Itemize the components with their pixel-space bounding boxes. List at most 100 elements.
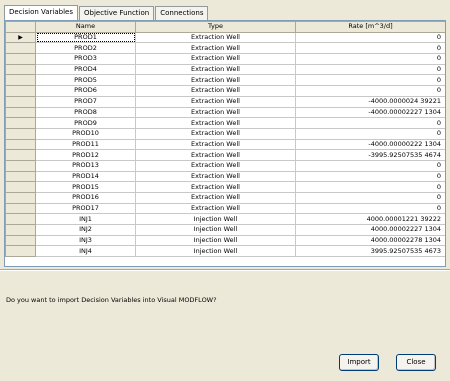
column-header-rate[interactable]: Rate [m^3/d]: [295, 21, 445, 33]
rate-cell[interactable]: 0: [295, 42, 445, 55]
name-cell[interactable]: INJ3: [35, 234, 136, 247]
tab-objective-function[interactable]: Objective Function: [79, 6, 155, 20]
rate-cell[interactable]: 4000.00002227 1304: [295, 224, 445, 236]
row-selector[interactable]: [5, 85, 36, 97]
name-cell[interactable]: PROD11: [35, 138, 136, 151]
rate-cell[interactable]: 0: [295, 202, 445, 215]
rate-cell[interactable]: 0: [295, 192, 445, 204]
type-cell[interactable]: Extraction Well: [135, 74, 296, 87]
type-cell[interactable]: Extraction Well: [135, 31, 296, 44]
type-cell[interactable]: Extraction Well: [135, 181, 296, 193]
name-cell[interactable]: PROD13: [35, 159, 136, 172]
import-button[interactable]: Import: [339, 354, 379, 371]
name-cell[interactable]: PROD8: [35, 106, 136, 119]
table-row[interactable]: PROD6 Extraction Well 0: [5, 85, 445, 97]
row-selector[interactable]: ▶: [5, 31, 36, 44]
row-selector[interactable]: [5, 245, 36, 258]
type-cell[interactable]: Injection Well: [135, 213, 296, 226]
table-row[interactable]: INJ1 Injection Well 4000.00001221 39222: [5, 213, 445, 226]
row-selector[interactable]: [5, 192, 36, 204]
rate-cell[interactable]: 0: [295, 63, 445, 76]
rate-cell[interactable]: 0: [295, 127, 445, 140]
type-cell[interactable]: Extraction Well: [135, 192, 296, 204]
table-row[interactable]: PROD4 Extraction Well 0: [5, 63, 445, 76]
row-selector[interactable]: [5, 106, 36, 119]
row-selector[interactable]: [5, 117, 36, 129]
table-row[interactable]: PROD9 Extraction Well 0: [5, 117, 445, 129]
tab-decision-variables[interactable]: Decision Variables: [4, 5, 79, 21]
rate-cell[interactable]: 0: [295, 181, 445, 193]
type-cell[interactable]: Injection Well: [135, 234, 296, 247]
table-row[interactable]: PROD10 Extraction Well 0: [5, 127, 445, 140]
type-cell[interactable]: Injection Well: [135, 245, 296, 258]
rate-cell[interactable]: 0: [295, 85, 445, 97]
rate-cell[interactable]: 0: [295, 53, 445, 65]
name-cell[interactable]: PROD6: [35, 85, 136, 97]
row-selector[interactable]: [5, 53, 36, 65]
name-cell[interactable]: INJ1: [35, 213, 136, 226]
name-cell[interactable]: PROD10: [35, 127, 136, 140]
rate-cell[interactable]: 0: [295, 170, 445, 183]
column-header-name[interactable]: Name: [35, 21, 136, 33]
type-cell[interactable]: Injection Well: [135, 224, 296, 236]
table-row[interactable]: PROD2 Extraction Well 0: [5, 42, 445, 55]
row-selector[interactable]: [5, 234, 36, 247]
name-cell[interactable]: PROD17: [35, 202, 136, 215]
tab-connections[interactable]: Connections: [155, 6, 209, 20]
name-cell[interactable]: PROD5: [35, 74, 136, 87]
type-cell[interactable]: Extraction Well: [135, 85, 296, 97]
name-cell[interactable]: PROD4: [35, 63, 136, 76]
type-cell[interactable]: Extraction Well: [135, 117, 296, 129]
table-row[interactable]: INJ2 Injection Well 4000.00002227 1304: [5, 224, 445, 236]
type-cell[interactable]: Extraction Well: [135, 53, 296, 65]
close-button[interactable]: Close: [396, 354, 436, 371]
type-cell[interactable]: Extraction Well: [135, 159, 296, 172]
rate-cell[interactable]: -3995.92507535 4674: [295, 149, 445, 161]
row-selector[interactable]: [5, 74, 36, 87]
row-selector[interactable]: [5, 63, 36, 76]
type-cell[interactable]: Extraction Well: [135, 202, 296, 215]
type-cell[interactable]: Extraction Well: [135, 106, 296, 119]
name-cell[interactable]: PROD3: [35, 53, 136, 65]
rate-cell[interactable]: -4000.0000024 39221: [295, 95, 445, 108]
rate-cell[interactable]: 4000.00001221 39222: [295, 213, 445, 226]
table-row[interactable]: INJ3 Injection Well 4000.00002278 1304: [5, 234, 445, 247]
row-selector[interactable]: [5, 42, 36, 55]
table-row[interactable]: ▶ PROD1 Extraction Well 0: [5, 31, 445, 44]
name-cell[interactable]: PROD15: [35, 181, 136, 193]
rate-cell[interactable]: 0: [295, 159, 445, 172]
column-header-type[interactable]: Type: [135, 21, 296, 33]
rate-cell[interactable]: 3995.92507535 4673: [295, 245, 445, 258]
row-selector[interactable]: [5, 224, 36, 236]
rate-cell[interactable]: -4000.00002227 1304: [295, 106, 445, 119]
table-row[interactable]: INJ4 Injection Well 3995.92507535 4673: [5, 245, 445, 258]
row-selector[interactable]: [5, 202, 36, 215]
name-cell[interactable]: PROD7: [35, 95, 136, 108]
type-cell[interactable]: Extraction Well: [135, 63, 296, 76]
rate-cell[interactable]: 4000.00002278 1304: [295, 234, 445, 247]
type-cell[interactable]: Extraction Well: [135, 170, 296, 183]
row-selector[interactable]: [5, 95, 36, 108]
type-cell[interactable]: Extraction Well: [135, 95, 296, 108]
table-row[interactable]: PROD13 Extraction Well 0: [5, 159, 445, 172]
table-row[interactable]: PROD16 Extraction Well 0: [5, 192, 445, 204]
row-selector[interactable]: [5, 213, 36, 226]
table-row[interactable]: PROD8 Extraction Well -4000.00002227 1304: [5, 106, 445, 119]
row-selector[interactable]: [5, 149, 36, 161]
type-cell[interactable]: Extraction Well: [135, 149, 296, 161]
rate-cell[interactable]: 0: [295, 31, 445, 44]
rate-cell[interactable]: 0: [295, 117, 445, 129]
name-cell[interactable]: PROD9: [35, 117, 136, 129]
row-selector[interactable]: [5, 181, 36, 193]
table-row[interactable]: PROD15 Extraction Well 0: [5, 181, 445, 193]
type-cell[interactable]: Extraction Well: [135, 138, 296, 151]
type-cell[interactable]: Extraction Well: [135, 42, 296, 55]
rate-cell[interactable]: -4000.00000222 1304: [295, 138, 445, 151]
row-selector[interactable]: [5, 127, 36, 140]
type-cell[interactable]: Extraction Well: [135, 127, 296, 140]
table-row[interactable]: PROD12 Extraction Well -3995.92507535 4674: [5, 149, 445, 161]
row-selector[interactable]: [5, 170, 36, 183]
name-cell[interactable]: PROD2: [35, 42, 136, 55]
table-row[interactable]: PROD14 Extraction Well 0: [5, 170, 445, 183]
table-row[interactable]: PROD5 Extraction Well 0: [5, 74, 445, 87]
